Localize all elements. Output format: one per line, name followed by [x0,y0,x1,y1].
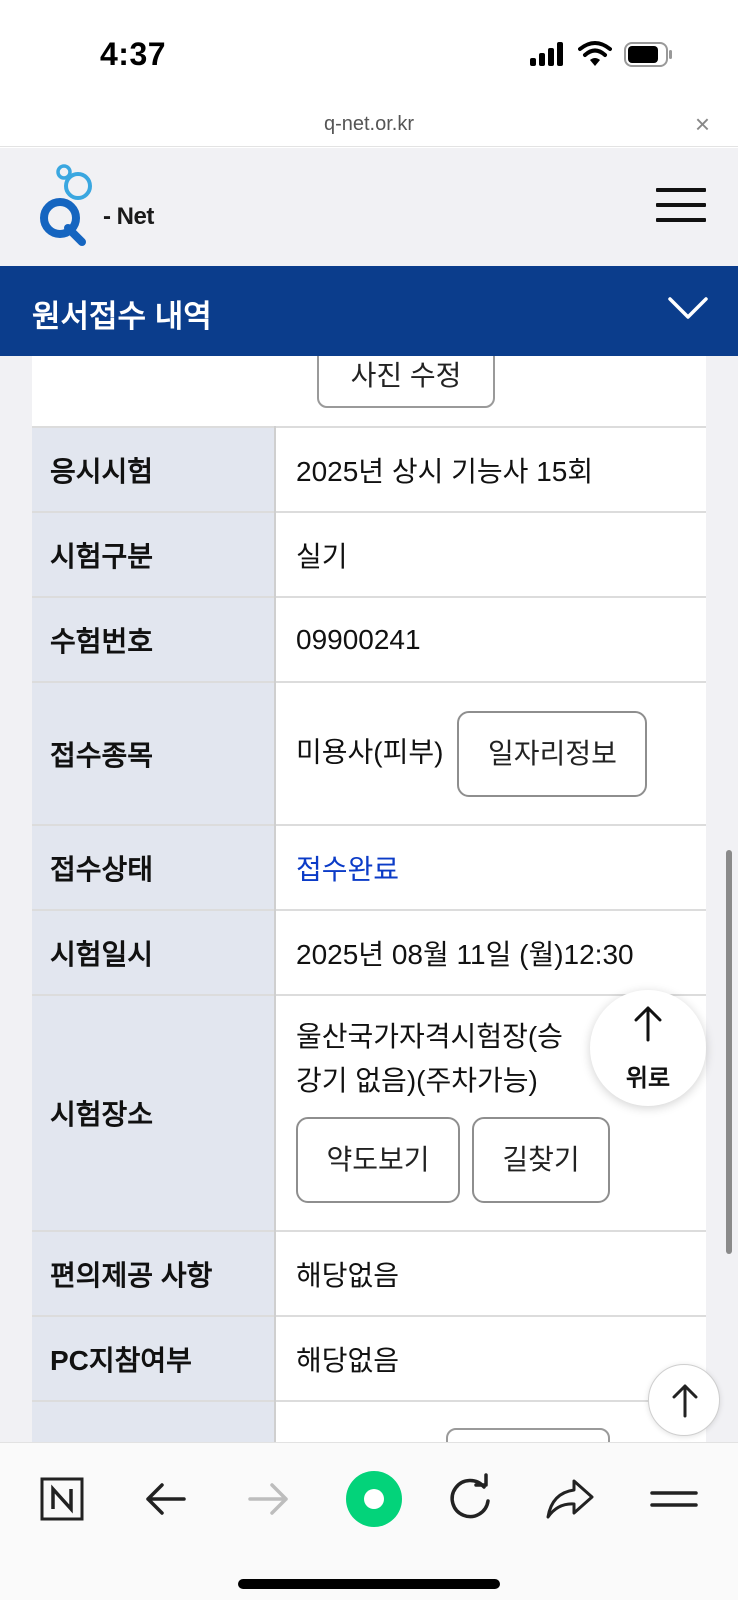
logo-text: - Net [103,203,154,230]
arrow-up-icon [634,1006,662,1042]
close-icon[interactable]: × [695,109,710,140]
browser-url-bar[interactable]: q-net.or.kr × [0,105,738,147]
chevron-down-icon[interactable] [668,296,708,320]
arrow-up-icon [672,1384,698,1418]
status-time: 4:37 [100,36,167,72]
application-info-table: 응시시험 2025년 상시 기능사 15회 시험구분 실기 수험번호 09900… [32,426,706,1442]
row-value-pc: 해당없음 [275,1315,706,1401]
battery-icon [624,42,672,67]
row-label-pc: PC지참여부 [32,1315,276,1401]
row-label-datetime: 시험일시 [32,909,276,995]
green-dot-icon[interactable] [336,1461,412,1537]
table-row: 접수상태 접수완료 [32,824,706,910]
row-label-exam: 응시시험 [32,426,276,512]
menu-icon[interactable] [644,1469,704,1529]
table-row: 시험일시 2025년 08월 11일 (월)12:30 [32,909,706,995]
row-value-subject: 미용사(피부) [296,735,444,767]
status-bar: 4:37 [0,0,738,105]
directions-button[interactable]: 길찾기 [472,1117,610,1203]
row-label-place: 시험장소 [32,994,276,1231]
url-text[interactable]: q-net.or.kr [0,113,738,136]
back-arrow-icon[interactable] [136,1469,196,1529]
table-row: 수험번호 09900241 [32,596,706,682]
browser-toolbar [0,1442,738,1600]
edit-photo-button[interactable]: 사진 수정 [317,356,495,408]
cellular-signal-icon [530,42,566,66]
back-to-top-button[interactable]: 위로 [590,990,706,1106]
forward-arrow-icon[interactable] [238,1469,298,1529]
table-row: PC지참여부 해당없음 [32,1315,706,1401]
row-label-status: 접수상태 [32,824,276,910]
home-indicator[interactable] [238,1579,500,1589]
application-detail-card: 사진 수정 응시시험 2025년 상시 기능사 15회 시험구분 실기 수험번호… [32,356,706,1442]
row-value-status: 접수완료 [275,824,706,910]
page-title: 원서접수 내역 [32,299,212,334]
row-label-type: 시험구분 [32,511,276,597]
row-value-number: 09900241 [275,596,706,682]
scroll-to-top-button[interactable] [648,1364,720,1436]
back-to-top-label: 위로 [625,1065,671,1092]
place-buttons: 약도보기 길찾기 [296,1103,706,1229]
row-value-exam: 2025년 상시 기능사 15회 [275,426,706,512]
row-label-subject: 접수종목 [32,681,276,825]
table-row: 응시시험 2025년 상시 기능사 15회 [32,426,706,512]
view-map-button[interactable]: 약도보기 [296,1117,460,1203]
row-label-convenience: 편의제공 사항 [32,1230,276,1316]
table-row: 편의제공 사항 해당없음 [32,1230,706,1316]
row-value-datetime: 2025년 08월 11일 (월)12:30 [275,909,706,995]
content-area: 사진 수정 응시시험 2025년 상시 기능사 15회 시험구분 실기 수험번호… [0,356,738,1442]
hamburger-menu-icon[interactable] [656,188,706,224]
refresh-icon[interactable] [440,1469,500,1529]
table-row: 시험구분 실기 [32,511,706,597]
job-info-button[interactable]: 일자리정보 [457,710,648,797]
row-label-partial [32,1400,276,1442]
scrollbar[interactable] [726,850,732,1254]
page-title-bar[interactable]: 원서접수 내역 [0,266,738,356]
wifi-icon [578,41,612,66]
table-row: 접수종목 미용사(피부) 일자리정보 [32,681,706,825]
row-value-type: 실기 [275,511,706,597]
partial-button[interactable] [446,1428,610,1442]
share-icon[interactable] [540,1469,600,1529]
row-value-subject-cell: 미용사(피부) 일자리정보 [275,681,706,825]
naver-n-icon[interactable] [36,1469,96,1529]
row-value-convenience: 해당없음 [275,1230,706,1316]
site-header: - Net [0,148,738,266]
row-label-number: 수험번호 [32,596,276,682]
